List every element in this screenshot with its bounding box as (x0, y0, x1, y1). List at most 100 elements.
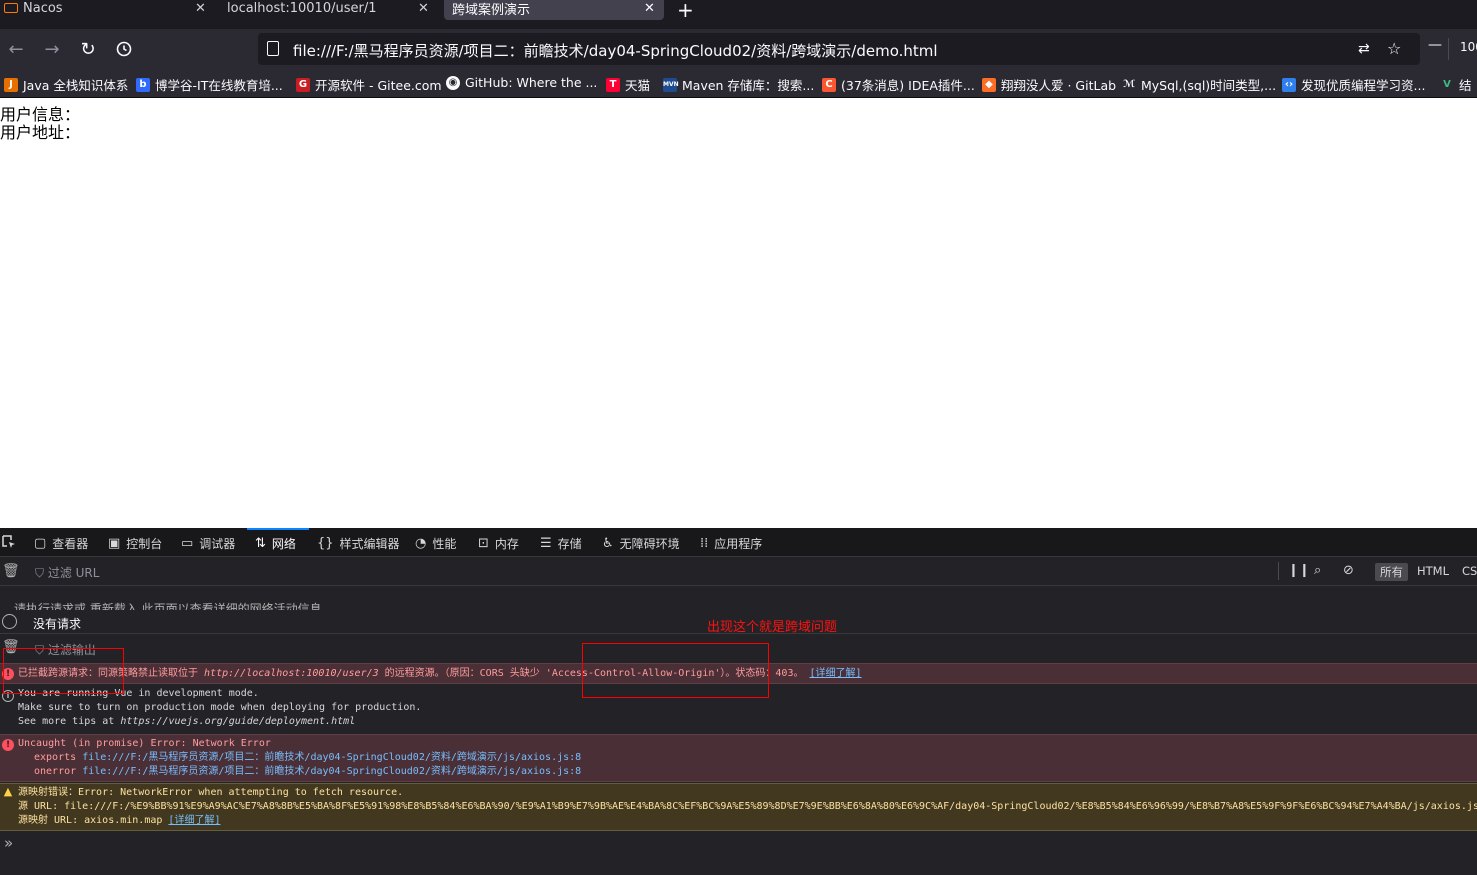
bookmark-item[interactable]: ◆ 翔翔没人爱 · GitLab (982, 75, 1116, 94)
page-content: 用户信息： 用户地址： (0, 98, 1477, 528)
bookmark-item[interactable]: ◉ GitHub: Where the ... (446, 75, 597, 90)
error-icon: ! (2, 739, 14, 751)
style-editor-icon: {} (317, 536, 334, 551)
history-button[interactable] (112, 37, 136, 61)
tab-accessibility[interactable]: ♿ 无障碍环境 (602, 535, 680, 552)
code-icon: ‹› (1282, 77, 1296, 92)
tab-storage[interactable]: ☰ 存储 (540, 535, 582, 552)
cors-request-url[interactable]: http://localhost:10010/user/3 (204, 668, 379, 679)
zoom-level[interactable]: 100 (1460, 40, 1477, 54)
tab-close-icon[interactable]: ✕ (195, 0, 206, 16)
console-sourcemap-warning: ▲ 源映射错误：Error: NetworkError when attempt… (0, 783, 1477, 831)
tab-nacos[interactable]: Nacos (4, 0, 63, 16)
pick-element-icon (2, 535, 15, 548)
network-empty-area: 请执行请求或 重新载入 此页面以查看详细的网络活动信息 (0, 586, 1477, 610)
bookmark-item[interactable]: T 天猫 (606, 75, 650, 94)
tab-network[interactable]: ⇅ 网络 (255, 535, 296, 552)
clear-network-button[interactable]: 🗑 (2, 563, 20, 579)
info-icon: i (2, 690, 14, 702)
tab-strip: Nacos ✕ localhost:10010/user/1 ✕ 跨域案例演示 … (0, 0, 1477, 29)
search-button[interactable]: ⌕ (1314, 563, 1321, 578)
filter-css[interactable]: CSS (1462, 564, 1477, 578)
learn-more-link[interactable]: [详细了解] (168, 815, 220, 826)
translate-icon[interactable]: ⇄ (1358, 41, 1370, 57)
console-input-prompt[interactable]: » (4, 834, 13, 852)
memory-icon: ⊡ (478, 536, 489, 551)
new-tab-button[interactable]: + (677, 0, 694, 22)
clock-icon (116, 41, 132, 57)
back-button[interactable]: ← (4, 37, 28, 61)
reload-button[interactable]: ↻ (76, 37, 100, 61)
console-uncaught-error: ! Uncaught (in promise) Error: Network E… (0, 734, 1477, 782)
vue-docs-link[interactable]: https://vuejs.org/guide/deployment.html (120, 716, 355, 727)
vue-icon: V (1443, 78, 1451, 90)
bookmark-item[interactable]: MVN Maven 存储库：搜索... (663, 75, 814, 94)
filter-all[interactable]: 所有 (1375, 563, 1408, 581)
devtools-panel: ▢ 查看器 ▣ 控制台 ▭ 调试器 ⇅ 网络 {} 样式编辑器 ◔ 性能 ⊡ 内存 ☰ 存储 ♿… (0, 528, 1477, 875)
storage-icon: ☰ (540, 536, 552, 551)
bookmark-item[interactable]: C (37条消息) IDEA插件... (822, 75, 975, 94)
tab-console[interactable]: ▣ 控制台 (108, 535, 162, 552)
gitee-icon: G (296, 77, 310, 92)
github-icon: ◉ (446, 75, 460, 90)
bookmark-item[interactable]: V结 (1440, 75, 1471, 94)
url-bar[interactable]: file:///F:/黑马程序员资源/项目二：前瞻技术/day04-Spring… (258, 33, 1420, 65)
cross-origin-annotation: 出现这个就是跨域问题 (707, 620, 838, 635)
java-icon: J (4, 77, 18, 92)
tab-close-icon[interactable]: ✕ (644, 0, 655, 16)
pause-button[interactable]: ❙❙ (1288, 563, 1310, 578)
block-button[interactable]: ⊘ (1343, 563, 1354, 578)
pick-element-button[interactable] (1, 534, 17, 550)
tab-close-icon[interactable]: ✕ (418, 0, 429, 16)
url-text[interactable]: file:///F:/黑马程序员资源/项目二：前瞻技术/day04-Spring… (293, 40, 938, 61)
tab-application[interactable]: ⁞⁞ 应用程序 (700, 535, 762, 552)
tab-style-editor[interactable]: {} 样式编辑器 (317, 535, 400, 552)
bookmark-item[interactable]: b 博学谷-IT在线教育培... (136, 75, 283, 94)
console-filter-input[interactable]: ⛉ 过滤输出 (35, 641, 96, 658)
tab-title: Nacos (23, 0, 63, 16)
bookmark-item[interactable]: ‹› 发现优质编程学习资... (1282, 75, 1425, 94)
stack-frame-link[interactable]: file:///F:/黑马程序员资源/项目二：前瞻技术/day04-Spring… (82, 752, 581, 763)
tab-memory[interactable]: ⊡ 内存 (478, 535, 519, 552)
user-info-label: 用户信息： (0, 105, 81, 124)
stack-frame: exports file:///F:/黑马程序员资源/项目二：前瞻技术/day0… (34, 752, 582, 763)
performance-icon: ◔ (415, 536, 427, 551)
application-icon: ⁞⁞ (700, 536, 709, 551)
tab-debugger[interactable]: ▭ 调试器 (181, 535, 235, 552)
nacos-icon (4, 3, 18, 13)
filter-html[interactable]: HTML (1417, 564, 1449, 578)
forward-button[interactable]: → (40, 37, 64, 61)
clear-console-button[interactable]: 🗑 (2, 639, 20, 655)
clock-icon (2, 614, 17, 629)
network-filter-input[interactable]: ⛉ 过滤 URL (35, 564, 99, 581)
minimize-icon[interactable]: — (1428, 37, 1442, 53)
active-tab-indicator (247, 528, 309, 530)
cors-header-name: 'Access-Control-Allow-Origin' (545, 668, 721, 679)
trash-icon: 🗑 (2, 639, 20, 655)
bookmark-star-icon[interactable]: ☆ (1387, 39, 1401, 58)
inspector-icon: ▢ (34, 536, 47, 551)
bookmark-item[interactable]: J Java 全栈知识体系 (4, 75, 128, 94)
tab-title: localhost:10010/user/1 (227, 0, 377, 16)
tab-inspector[interactable]: ▢ 查看器 (34, 535, 88, 552)
reload-icon: ↻ (80, 38, 96, 60)
console-toolbar: 🗑 ⛉ 过滤输出 (0, 634, 1477, 661)
pause-icon: ❙❙ (1288, 563, 1310, 578)
console-cors-error: ! 已拦截跨源请求：同源策略禁止读取位于 http://localhost:10… (0, 663, 1477, 684)
error-icon: ! (2, 668, 14, 680)
tab-localhost[interactable]: localhost:10010/user/1 (227, 0, 376, 16)
learn-more-link[interactable]: [详细了解] (810, 668, 862, 679)
network-icon: ⇅ (255, 536, 266, 551)
navigation-toolbar: ← → ↻ file:///F:/黑马程序员资源/项目二：前瞻技术/day04-… (0, 29, 1477, 69)
bookmark-item[interactable]: ℳ MySql,(sql)时间类型,... (1122, 75, 1276, 94)
tab-performance[interactable]: ◔ 性能 (415, 535, 456, 552)
no-requests-text: 没有请求 (33, 617, 82, 631)
csdn-icon: C (822, 77, 836, 92)
tab-title: 跨域案例演示 (452, 2, 531, 18)
tmall-icon: T (606, 77, 620, 92)
warning-icon: ▲ (3, 785, 13, 798)
tab-cors-demo[interactable]: 跨域案例演示 (452, 0, 531, 18)
bookmark-item[interactable]: G 开源软件 - Gitee.com (296, 75, 442, 94)
stack-frame-link[interactable]: file:///F:/黑马程序员资源/项目二：前瞻技术/day04-Spring… (82, 766, 581, 777)
back-arrow-icon: ← (8, 38, 24, 60)
